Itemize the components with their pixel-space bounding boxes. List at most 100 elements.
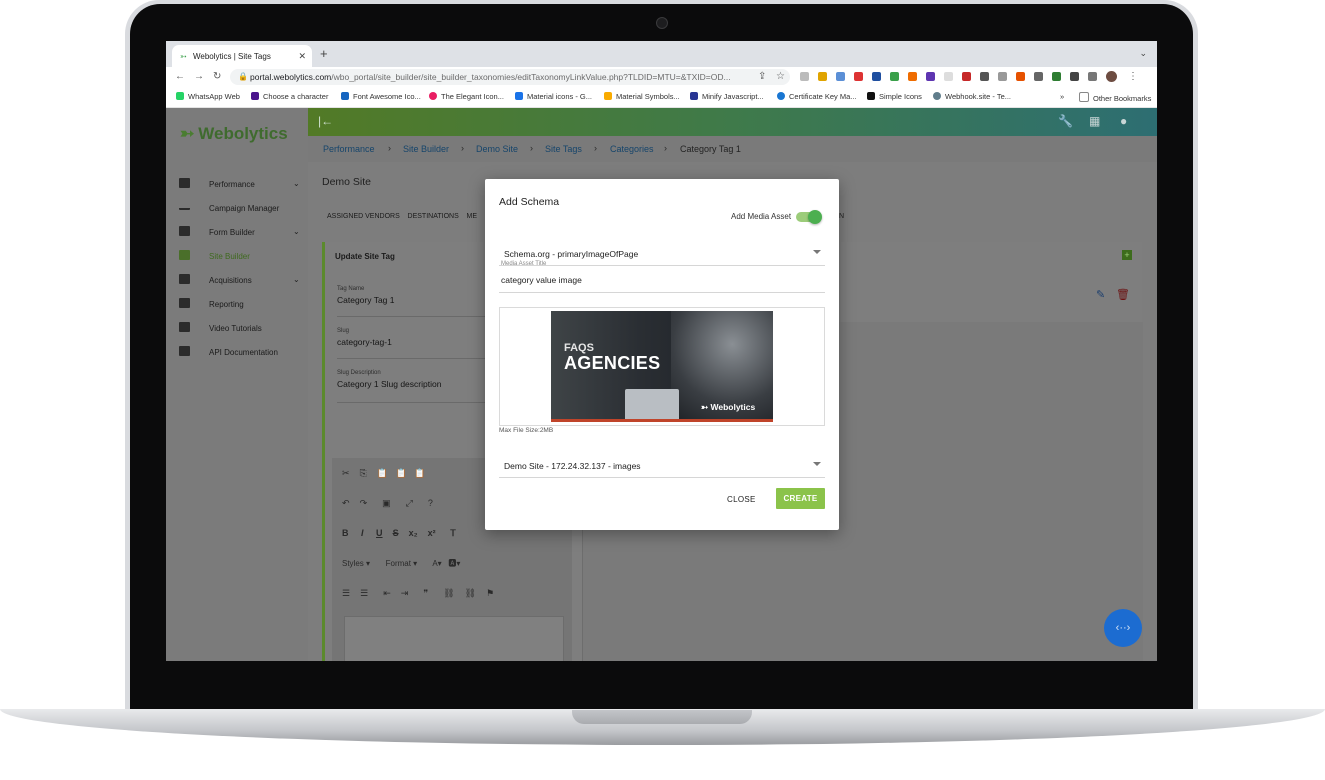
tab-media[interactable]: ME xyxy=(467,213,478,220)
sidebar-item-site-builder[interactable]: Site Builder xyxy=(166,246,308,266)
address-bar[interactable]: 🔒 portal.webolytics.com/wbo_portal/site_… xyxy=(230,69,790,85)
extension-icon[interactable] xyxy=(818,72,827,81)
numbered-list-icon[interactable]: ☰ xyxy=(342,588,350,598)
other-bookmarks[interactable]: Other Bookmarks xyxy=(1079,92,1151,103)
strikethrough-icon[interactable]: S xyxy=(393,528,399,538)
extension-icon[interactable] xyxy=(926,72,935,81)
italic-icon[interactable]: I xyxy=(361,528,364,538)
delete-trash-icon[interactable]: 🗑 xyxy=(1116,288,1130,301)
dashboard-grid-icon[interactable]: ▦ xyxy=(1089,114,1100,128)
remove-format-icon[interactable]: Ꭲ xyxy=(451,528,456,538)
superscript-icon[interactable]: x² xyxy=(428,528,436,538)
editor-text-area[interactable] xyxy=(344,616,564,661)
sidebar-item-acquisitions[interactable]: Acquisitions ⌄ xyxy=(166,270,308,290)
format-dropdown[interactable]: Format ▾ xyxy=(386,559,418,568)
extension-icon[interactable] xyxy=(944,72,953,81)
background-color-icon[interactable]: 🅰▾ xyxy=(448,559,460,568)
extension-icon[interactable] xyxy=(836,72,845,81)
link-icon[interactable]: ⛓ xyxy=(443,588,454,598)
bookmark-item[interactable]: Certificate Key Ma... xyxy=(777,92,857,101)
breadcrumb-site-builder[interactable]: Site Builder xyxy=(403,144,449,154)
sidebar-item-api-documentation[interactable]: API Documentation xyxy=(166,342,308,362)
bookmark-item[interactable]: Simple Icons xyxy=(867,92,922,101)
copy-icon[interactable]: ⎘ xyxy=(360,468,367,478)
extension-icon[interactable] xyxy=(1016,72,1025,81)
browser-menu-icon[interactable]: ⋮ xyxy=(1128,71,1138,82)
indent-icon[interactable]: ⇥ xyxy=(401,588,409,598)
template-icon[interactable]: ▣ xyxy=(382,498,391,508)
media-asset-upload-box[interactable]: FAQS AGENCIES ➳ Webolytics xyxy=(499,307,825,426)
profile-avatar[interactable] xyxy=(1106,71,1117,82)
extension-icon[interactable] xyxy=(872,72,881,81)
extension-icon[interactable] xyxy=(1034,72,1043,81)
add-media-asset-toggle[interactable] xyxy=(796,210,822,224)
breadcrumb-categories[interactable]: Categories xyxy=(610,144,654,154)
breadcrumb-performance[interactable]: Performance xyxy=(323,144,375,154)
underline-icon[interactable]: U xyxy=(376,528,383,538)
subscript-icon[interactable]: x₂ xyxy=(409,528,418,538)
anchor-flag-icon[interactable]: ⚑ xyxy=(486,588,494,598)
breadcrumb-site-tags[interactable]: Site Tags xyxy=(545,144,582,154)
bookmark-item[interactable]: Material Symbols... xyxy=(604,92,680,101)
tab-search-icon[interactable]: ⌄ xyxy=(1139,48,1147,59)
bookmark-item[interactable]: Material icons - G... xyxy=(515,92,592,101)
tab-assigned-vendors[interactable]: ASSIGNED VENDORS xyxy=(327,213,400,220)
cut-icon[interactable]: ✂ xyxy=(342,468,350,478)
extension-icon[interactable] xyxy=(890,72,899,81)
share-icon[interactable]: ⇪ xyxy=(758,71,766,82)
bookmark-item[interactable]: Choose a character xyxy=(251,92,328,101)
sidebar-item-form-builder[interactable]: Form Builder ⌄ xyxy=(166,222,308,242)
bookmark-item[interactable]: Webhook.site - Te... xyxy=(933,92,1011,101)
outdent-icon[interactable]: ⇤ xyxy=(383,588,391,598)
bullet-list-icon[interactable]: ☰ xyxy=(360,588,368,598)
styles-dropdown[interactable]: Styles ▾ xyxy=(342,559,370,568)
reload-icon[interactable]: ↻ xyxy=(213,71,221,82)
extension-icon[interactable] xyxy=(854,72,863,81)
new-tab-button[interactable]: + xyxy=(320,46,328,61)
unlink-icon[interactable]: ⛓ xyxy=(465,588,476,598)
bookmark-item[interactable]: The Elegant Icon... xyxy=(429,92,504,101)
edit-pencil-icon[interactable]: ✎ xyxy=(1096,288,1105,301)
paste-icon[interactable]: 📋 xyxy=(377,468,388,478)
sidebar-item-performance[interactable]: Performance ⌄ xyxy=(166,174,308,194)
add-icon[interactable]: + xyxy=(1122,250,1132,260)
extension-icon[interactable] xyxy=(800,72,809,81)
extension-icon[interactable] xyxy=(998,72,1007,81)
paste-word-icon[interactable]: 📋 xyxy=(414,468,425,478)
sidebar-item-reporting[interactable]: Reporting xyxy=(166,294,308,314)
collapse-sidebar-icon[interactable]: |← xyxy=(318,114,333,128)
undo-icon[interactable]: ↶ xyxy=(342,498,350,508)
media-asset-title-field[interactable]: Media Asset Title category value image xyxy=(499,261,825,293)
blockquote-icon[interactable]: ❞ xyxy=(423,588,428,598)
paste-text-icon[interactable]: 📋 xyxy=(396,468,407,478)
browser-tab[interactable]: ➳ Webolytics | Site Tags ✕ xyxy=(172,45,312,67)
tab-truncated[interactable]: N xyxy=(839,213,844,220)
extension-icon[interactable] xyxy=(980,72,989,81)
sidebar-item-video-tutorials[interactable]: Video Tutorials xyxy=(166,318,308,338)
bookmark-item[interactable]: Font Awesome Ico... xyxy=(341,92,421,101)
extension-icon[interactable] xyxy=(1052,72,1061,81)
create-button[interactable]: CREATE xyxy=(776,488,825,509)
wrench-icon[interactable]: 🔧 xyxy=(1058,114,1073,128)
close-button[interactable]: CLOSE xyxy=(727,495,756,504)
breadcrumb-demo-site[interactable]: Demo Site xyxy=(476,144,518,154)
help-icon[interactable]: ? xyxy=(428,498,433,508)
close-tab-icon[interactable]: ✕ xyxy=(298,51,306,62)
sidepanel-icon[interactable] xyxy=(1088,72,1097,81)
bookmark-item[interactable]: Minify Javascript... xyxy=(690,92,764,101)
back-icon[interactable]: ← xyxy=(175,71,185,82)
maximize-icon[interactable]: ⤢ xyxy=(406,498,413,508)
bookmark-item[interactable]: WhatsApp Web xyxy=(176,92,240,101)
bookmark-star-icon[interactable]: ☆ xyxy=(776,71,785,82)
extensions-puzzle-icon[interactable] xyxy=(1070,72,1079,81)
bookmarks-overflow[interactable]: » xyxy=(1060,92,1064,101)
user-icon[interactable]: ● xyxy=(1120,114,1127,128)
extension-icon[interactable] xyxy=(908,72,917,81)
bold-icon[interactable]: B xyxy=(342,528,349,538)
text-color-icon[interactable]: A▾ xyxy=(432,559,441,568)
redo-icon[interactable]: ↷ xyxy=(360,498,368,508)
tab-destinations[interactable]: DESTINATIONS xyxy=(408,213,459,220)
code-fab-button[interactable]: ‹··› xyxy=(1104,609,1142,647)
sidebar-item-campaign-manager[interactable]: Campaign Manager xyxy=(166,198,308,218)
site-images-select[interactable]: Demo Site - 172.24.32.137 - images xyxy=(499,453,825,478)
